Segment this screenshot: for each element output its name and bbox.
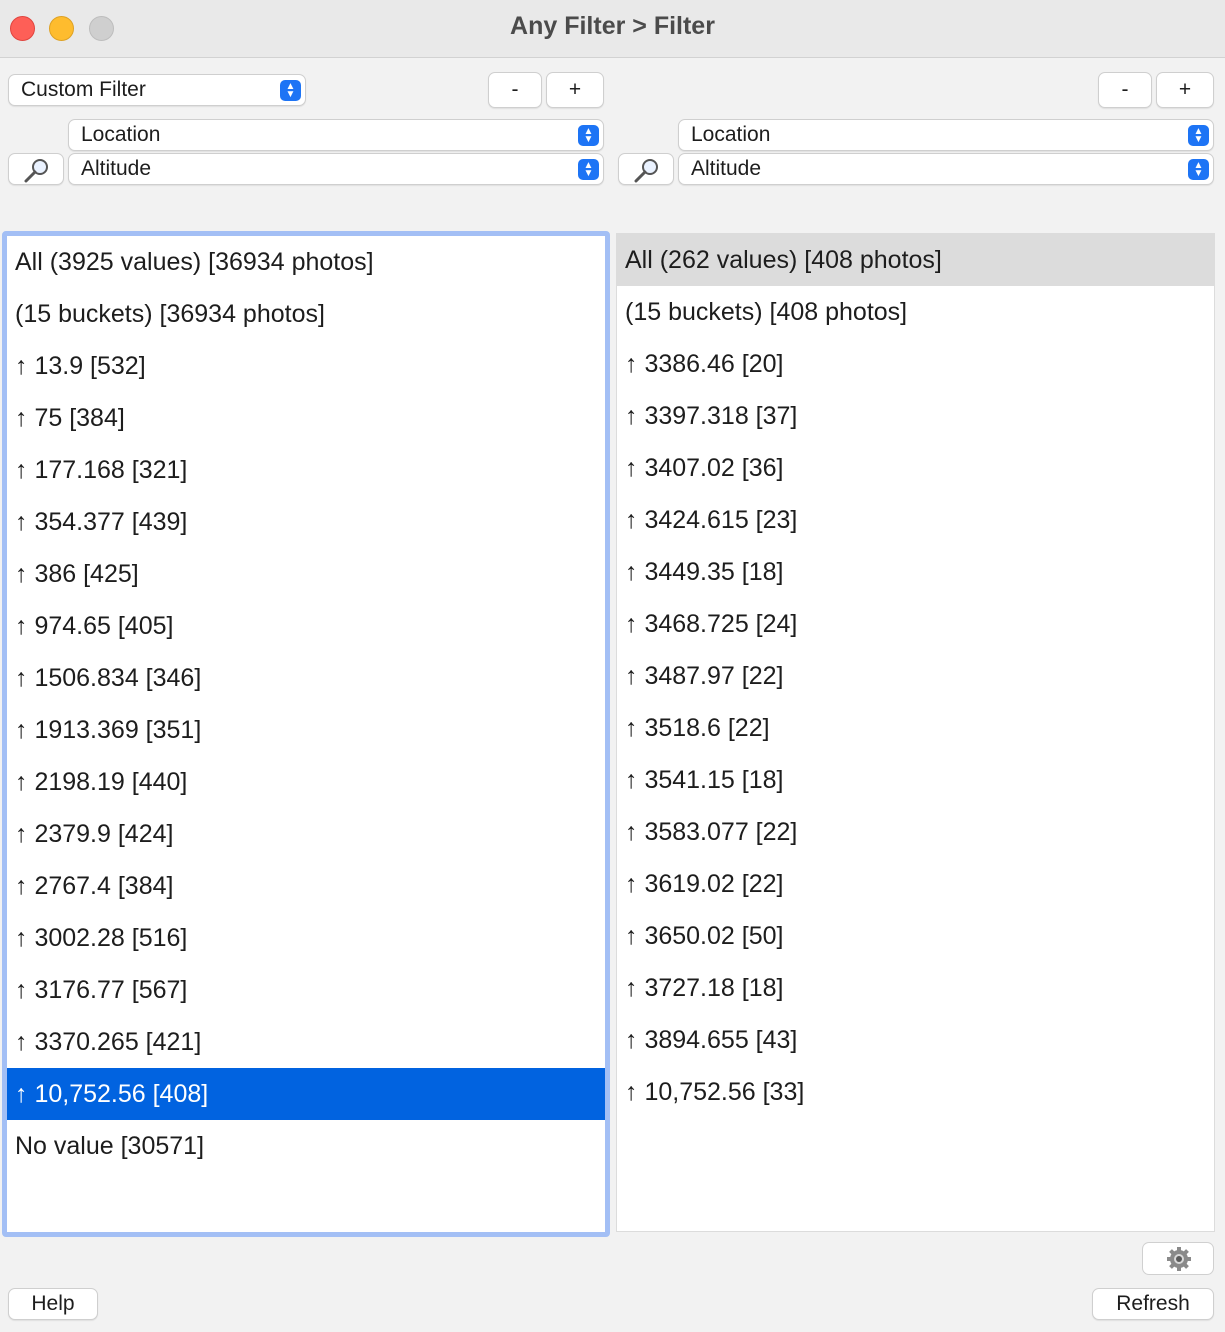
search-icon [24,159,48,183]
popup-arrows-icon: ▲ ▼ [578,125,599,146]
list-item[interactable]: (15 buckets) [408 photos] [617,286,1214,338]
list-item[interactable]: ↑ 3583.077 [22] [617,806,1214,858]
filter-type-label: Custom Filter [21,78,146,101]
search-icon [634,159,658,183]
list-item[interactable]: ↑ 3002.28 [516] [7,912,605,964]
popup-arrows-icon: ▲ ▼ [280,80,301,101]
list-item[interactable]: ↑ 177.168 [321] [7,444,605,496]
title-bar: Any Filter > Filter [0,0,1225,58]
list-item[interactable]: ↑ 1913.369 [351] [7,704,605,756]
list-item[interactable]: ↑ 3397.318 [37] [617,390,1214,442]
right-add-button[interactable]: + [1156,72,1214,108]
list-item-highlighted[interactable]: All (262 values) [408 photos] [617,234,1214,286]
right-search-button[interactable] [618,153,674,185]
list-item[interactable]: ↑ 2198.19 [440] [7,756,605,808]
list-item[interactable]: ↑ 386 [425] [7,548,605,600]
list-item[interactable]: ↑ 3541.15 [18] [617,754,1214,806]
list-item[interactable]: All (3925 values) [36934 photos] [7,236,605,288]
list-item[interactable]: ↑ 3727.18 [18] [617,962,1214,1014]
right-values-list[interactable]: All (262 values) [408 photos] (15 bucket… [616,233,1215,1232]
window-title: Any Filter > Filter [510,12,715,40]
filter-type-popup[interactable]: Custom Filter ▲ ▼ [8,74,306,106]
list-item[interactable]: ↑ 3487.97 [22] [617,650,1214,702]
list-item[interactable]: ↑ 3619.02 [22] [617,858,1214,910]
list-item[interactable]: ↑ 3650.02 [50] [617,910,1214,962]
popup-arrows-icon: ▲ ▼ [1188,159,1209,180]
list-item[interactable]: ↑ 974.65 [405] [7,600,605,652]
left-field2-popup[interactable]: Altitude ▲ ▼ [68,153,604,185]
list-item-selected[interactable]: ↑ 10,752.56 [408] [7,1068,605,1120]
popup-arrows-icon: ▲ ▼ [1188,125,1209,146]
left-field1-label: Location [81,123,161,146]
window-content: Custom Filter ▲ ▼ - + Location ▲ ▼ Altitud… [0,58,1225,1332]
list-item[interactable]: ↑ 3176.77 [567] [7,964,605,1016]
left-search-button[interactable] [8,153,64,185]
left-remove-button[interactable]: - [488,72,542,108]
right-remove-button[interactable]: - [1098,72,1152,108]
help-button[interactable]: Help [8,1288,98,1320]
list-item[interactable]: ↑ 3468.725 [24] [617,598,1214,650]
list-item[interactable]: ↑ 3407.02 [36] [617,442,1214,494]
list-item[interactable]: ↑ 2379.9 [424] [7,808,605,860]
list-item[interactable]: ↑ 2767.4 [384] [7,860,605,912]
list-item[interactable]: ↑ 3386.46 [20] [617,338,1214,390]
list-item[interactable]: ↑ 1506.834 [346] [7,652,605,704]
right-field2-label: Altitude [691,157,762,180]
list-item[interactable]: ↑ 3894.655 [43] [617,1014,1214,1066]
refresh-button[interactable]: Refresh [1092,1288,1214,1320]
left-field2-label: Altitude [81,157,152,180]
right-field1-popup[interactable]: Location ▲ ▼ [678,119,1214,151]
left-field1-popup[interactable]: Location ▲ ▼ [68,119,604,151]
list-item[interactable]: ↑ 75 [384] [7,392,605,444]
action-menu-button[interactable] [1142,1242,1214,1275]
list-item[interactable]: No value [30571] [7,1120,605,1172]
list-item[interactable]: ↑ 13.9 [532] [7,340,605,392]
list-item[interactable]: ↑ 10,752.56 [33] [617,1066,1214,1118]
popup-arrows-icon: ▲ ▼ [578,159,599,180]
right-field2-popup[interactable]: Altitude ▲ ▼ [678,153,1214,185]
list-item[interactable]: ↑ 3449.35 [18] [617,546,1214,598]
list-item[interactable]: ↑ 3370.265 [421] [7,1016,605,1068]
list-item[interactable]: ↑ 3424.615 [23] [617,494,1214,546]
right-field1-label: Location [691,123,771,146]
left-add-button[interactable]: + [546,72,604,108]
left-values-list[interactable]: All (3925 values) [36934 photos] (15 buc… [2,231,610,1237]
list-item[interactable]: ↑ 3518.6 [22] [617,702,1214,754]
list-item[interactable]: ↑ 354.377 [439] [7,496,605,548]
gear-icon [1167,1247,1191,1271]
list-item[interactable]: (15 buckets) [36934 photos] [7,288,605,340]
